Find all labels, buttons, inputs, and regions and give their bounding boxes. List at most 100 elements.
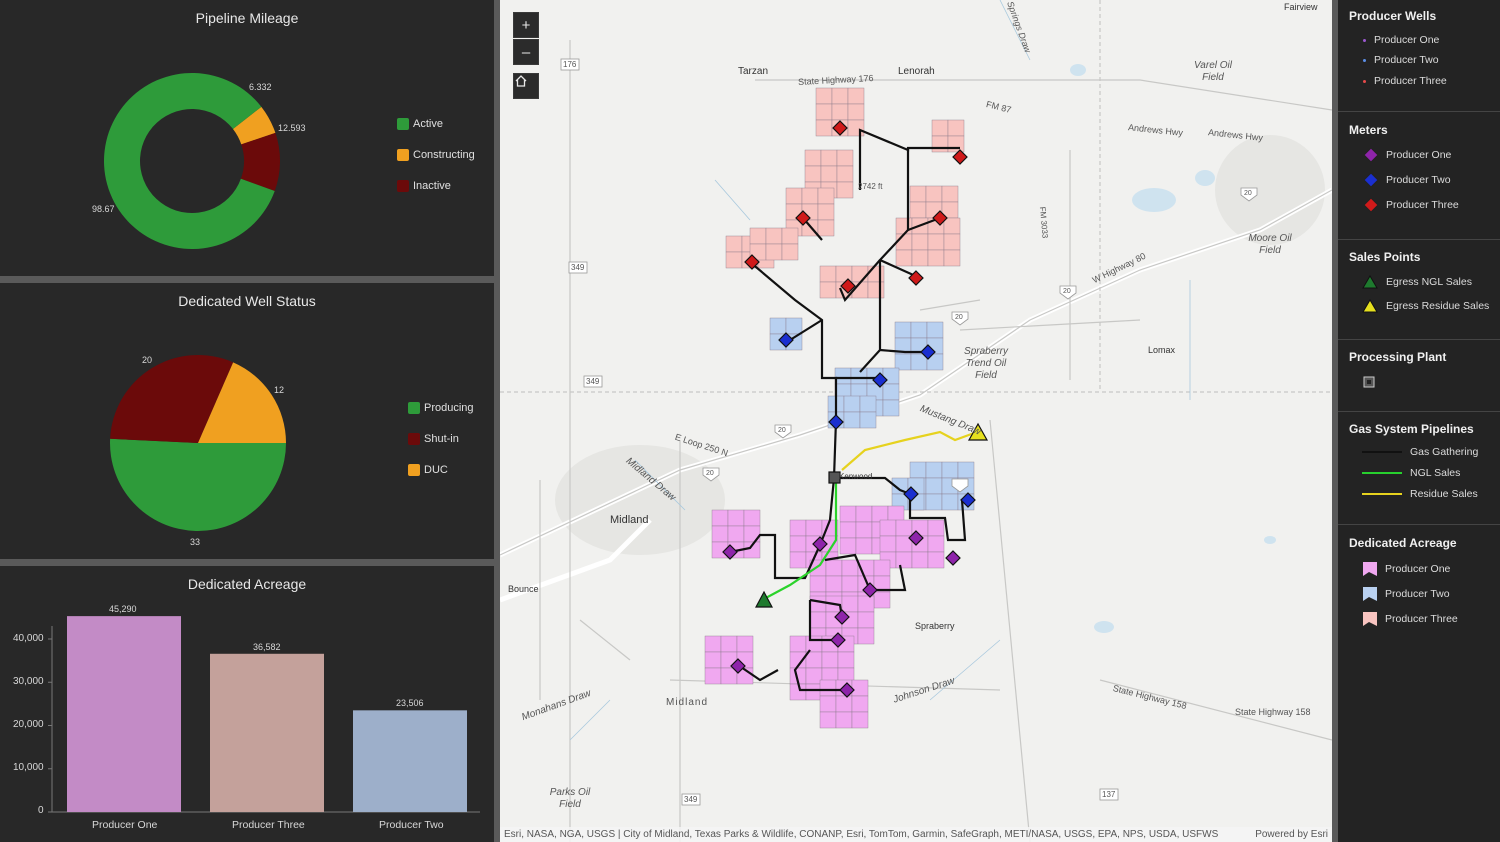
acreage-tract-cell[interactable]	[820, 165, 838, 183]
acreage-tract-cell[interactable]	[704, 667, 722, 685]
legend-producing[interactable]: Producing	[408, 402, 474, 414]
acreage-tract-cell[interactable]	[943, 233, 961, 251]
egress-ngl-sales-marker[interactable]	[755, 590, 773, 608]
acreage-tract-cell[interactable]	[837, 651, 855, 669]
acreage-tract-cell[interactable]	[925, 185, 943, 203]
acreage-tract-cell[interactable]	[815, 87, 833, 105]
acreage-tract-cell[interactable]	[843, 395, 861, 413]
acreage-tract-cell[interactable]	[804, 165, 822, 183]
acreage-tract-cell[interactable]	[941, 493, 959, 511]
acreage-tract-cell[interactable]	[879, 535, 897, 553]
acreage-tract-cell[interactable]	[911, 233, 929, 251]
acreage-tract-cell[interactable]	[895, 249, 913, 267]
acreage-tract-cell[interactable]	[801, 187, 819, 205]
acreage-tract-cell[interactable]	[941, 461, 959, 479]
acreage-tract-cell[interactable]	[851, 711, 869, 729]
acreage-tract-cell[interactable]	[809, 575, 827, 593]
acreage-tract-cell[interactable]	[809, 611, 827, 629]
acreage-tract-cell[interactable]	[819, 281, 837, 299]
acreage-tract-cell[interactable]	[855, 521, 873, 539]
acreage-tract-cell[interactable]	[943, 217, 961, 235]
acreage-tract-cell[interactable]	[925, 477, 943, 495]
acreage-tract-cell[interactable]	[781, 243, 799, 261]
acreage-tract-cell[interactable]	[847, 119, 865, 137]
legend-active[interactable]: Active	[397, 118, 443, 130]
acreage-tract-cell[interactable]	[789, 551, 807, 569]
acreage-tract-cell[interactable]	[879, 519, 897, 537]
legend-shutin[interactable]: Shut-in	[408, 433, 459, 445]
acreage-tract-cell[interactable]	[789, 519, 807, 537]
acreage-tract-cell[interactable]	[836, 165, 854, 183]
acreage-tract-cell[interactable]	[859, 411, 877, 429]
acreage-tract-cell[interactable]	[736, 635, 754, 653]
acreage-tract-cell[interactable]	[894, 321, 912, 339]
acreage-tract-cell[interactable]	[817, 219, 835, 237]
acreage-tract-cell[interactable]	[711, 525, 729, 543]
acreage-tract-cell[interactable]	[805, 667, 823, 685]
acreage-tract-cell[interactable]	[957, 461, 975, 479]
acreage-tract-cell[interactable]	[927, 249, 945, 267]
acreage-tract-cell[interactable]	[895, 217, 913, 235]
acreage-tract-cell[interactable]	[805, 683, 823, 701]
acreage-tract-cell[interactable]	[855, 537, 873, 555]
acreage-tract-cell[interactable]	[927, 233, 945, 251]
acreage-tract-cell[interactable]	[743, 509, 761, 527]
acreage-tract-cell[interactable]	[894, 353, 912, 371]
pie-slice-producing[interactable]	[109, 438, 286, 531]
acreage-tract-cell[interactable]	[831, 103, 849, 121]
acreage-tract-cell[interactable]	[727, 509, 745, 527]
acreage-tract-cell[interactable]	[857, 611, 875, 629]
acreage-tract-cell[interactable]	[825, 575, 843, 593]
acreage-tract-cell[interactable]	[704, 635, 722, 653]
acreage-tract-cell[interactable]	[926, 321, 944, 339]
acreage-tract-cell[interactable]	[839, 505, 857, 523]
acreage-tract-cell[interactable]	[910, 321, 928, 339]
acreage-tract-cell[interactable]	[843, 411, 861, 429]
acreage-tract-cell[interactable]	[835, 265, 853, 283]
acreage-tract-cell[interactable]	[749, 227, 767, 245]
acreage-tract-cell[interactable]	[895, 233, 913, 251]
acreage-tract-cell[interactable]	[867, 265, 885, 283]
zoom-out-button[interactable]: –	[513, 39, 539, 65]
acreage-tract-cell[interactable]	[711, 509, 729, 527]
acreage-tract-cell[interactable]	[847, 87, 865, 105]
acreage-tract-cell[interactable]	[847, 103, 865, 121]
acreage-tract-cell[interactable]	[909, 201, 927, 219]
acreage-tract-cell[interactable]	[805, 635, 823, 653]
acreage-tract-cell[interactable]	[704, 651, 722, 669]
acreage-tract-cell[interactable]	[841, 595, 859, 613]
acreage-tract-cell[interactable]	[789, 635, 807, 653]
acreage-tract-cell[interactable]	[851, 695, 869, 713]
acreage-tract-cell[interactable]	[911, 249, 929, 267]
acreage-tract-cell[interactable]	[821, 651, 839, 669]
acreage-tract-cell[interactable]	[785, 317, 803, 335]
acreage-tract-cell[interactable]	[895, 519, 913, 537]
acreage-tract-cell[interactable]	[839, 537, 857, 555]
bar-producer-two[interactable]	[353, 710, 467, 812]
acreage-tract-cell[interactable]	[817, 203, 835, 221]
acreage-tract-cell[interactable]	[820, 149, 838, 167]
acreage-tract-cell[interactable]	[882, 399, 900, 417]
acreage-tract-cell[interactable]	[836, 149, 854, 167]
acreage-tract-cell[interactable]	[925, 493, 943, 511]
acreage-tract-cell[interactable]	[781, 227, 799, 245]
acreage-tract-cell[interactable]	[873, 591, 891, 609]
acreage-tract-cell[interactable]	[850, 367, 868, 385]
acreage-tract-cell[interactable]	[835, 711, 853, 729]
acreage-tract-cell[interactable]	[855, 505, 873, 523]
acreage-tract-cell[interactable]	[947, 119, 965, 137]
acreage-tract-cell[interactable]	[851, 265, 869, 283]
acreage-tract-cell[interactable]	[857, 627, 875, 645]
acreage-tract-cell[interactable]	[765, 227, 783, 245]
acreage-tract-cell[interactable]	[720, 635, 738, 653]
acreage-tract-cell[interactable]	[909, 185, 927, 203]
bar-producer-three[interactable]	[210, 653, 324, 812]
acreage-tract-cell[interactable]	[805, 519, 823, 537]
acreage-tract-cell[interactable]	[805, 651, 823, 669]
acreage-tract-cell[interactable]	[927, 519, 945, 537]
map-view[interactable]: 176 349 349 349 137 20 20 20 20 20 Tarza…	[500, 0, 1332, 842]
acreage-tract-cell[interactable]	[825, 559, 843, 577]
legend-inactive[interactable]: Inactive	[397, 180, 451, 192]
acreage-tract-cell[interactable]	[765, 243, 783, 261]
acreage-tract-cell[interactable]	[841, 575, 859, 593]
